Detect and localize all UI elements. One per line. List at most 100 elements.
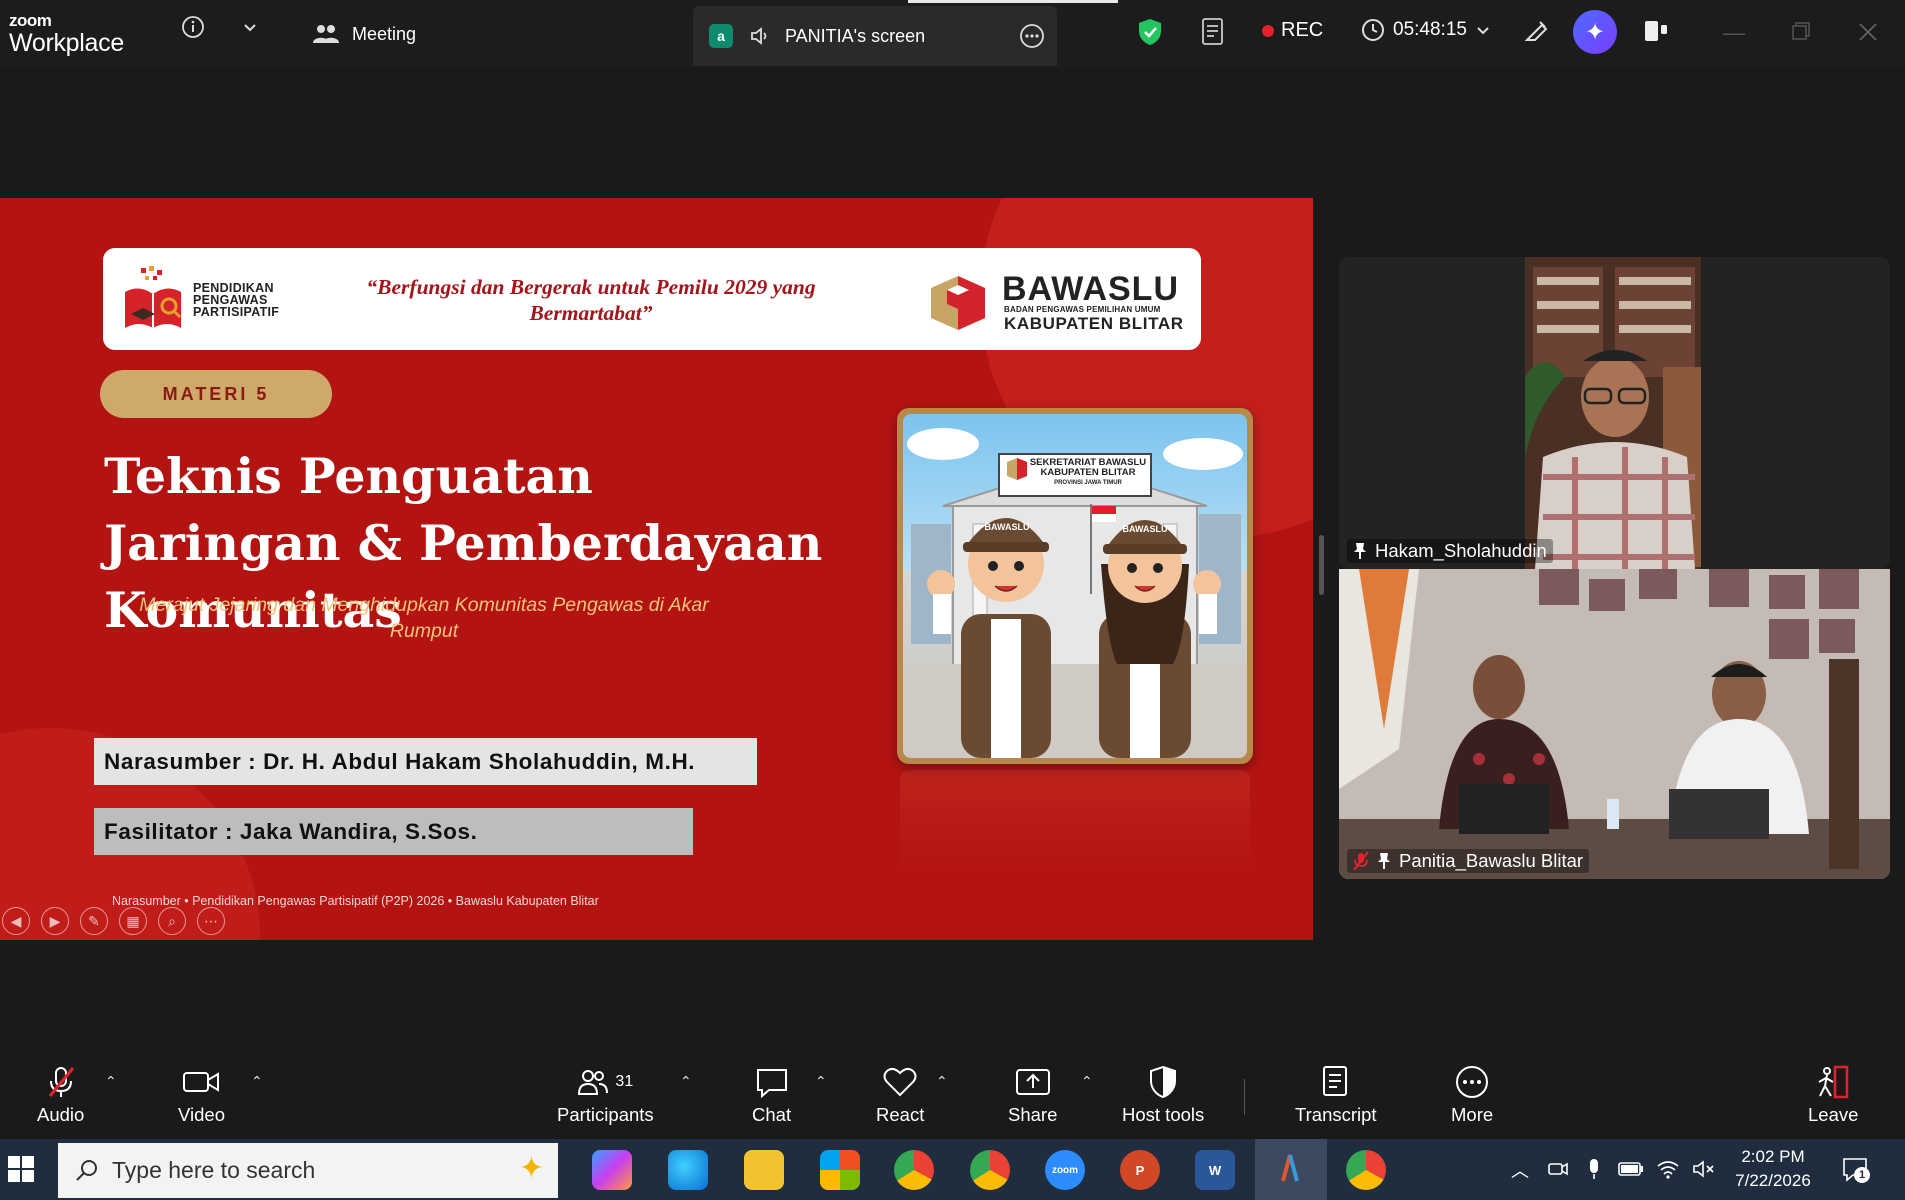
chrome-profile-h-icon[interactable] <box>894 1150 934 1190</box>
view-layout-icon[interactable] <box>1643 18 1669 49</box>
sparkle-icon: ✦ <box>1584 18 1606 46</box>
audio-label: Audio <box>37 1104 85 1125</box>
windows-taskbar: Type here to search ✦ zoom P W ︿ 2:02 PM… <box>0 1139 1905 1200</box>
video-button[interactable]: Video <box>178 1065 225 1126</box>
bawaslu-title: BAWASLU <box>1002 270 1179 308</box>
more-options-icon[interactable] <box>1019 23 1045 54</box>
participants-label: Participants <box>557 1104 654 1125</box>
participants-icon <box>313 25 339 43</box>
audio-button[interactable]: Audio <box>37 1065 84 1126</box>
video-camera-icon <box>183 1072 220 1092</box>
more-label: More <box>1451 1104 1494 1125</box>
windows-start-icon[interactable] <box>8 1156 34 1187</box>
pendidikan-pengawas-logo <box>125 266 182 328</box>
slide-controls: ◀ ▶ ✎ ▦ ⌕ ⋯ <box>2 907 225 935</box>
share-button[interactable]: Share <box>1008 1065 1057 1126</box>
host-tools-label: Host tools <box>1122 1104 1205 1125</box>
pin-icon <box>1354 543 1366 559</box>
illustration-sign: SEKRETARIAT BAWASLU KABUPATEN BLITAR <box>1029 457 1147 478</box>
participant-name-tag: Panitia_Bawaslu Blitar <box>1347 849 1590 873</box>
powerpoint-app-icon[interactable]: P <box>1120 1150 1160 1190</box>
taskbar-search-box[interactable]: Type here to search ✦ <box>58 1143 558 1198</box>
prev-slide-icon[interactable]: ◀ <box>2 907 30 935</box>
host-tools-button[interactable]: Host tools <box>1122 1065 1204 1126</box>
more-button[interactable]: More <box>1451 1065 1493 1126</box>
transcript-button[interactable]: Transcript <box>1295 1065 1377 1126</box>
meeting-timer[interactable]: 05:48:15 <box>1361 18 1491 42</box>
video-tile[interactable]: Hakam_Sholahuddin <box>1339 257 1890 569</box>
ai-companion-button[interactable]: ✦ <box>1573 10 1617 54</box>
audio-options-caret-icon[interactable]: ⌃ <box>105 1073 117 1090</box>
transcript-icon <box>1322 1066 1347 1096</box>
participant-video <box>1339 569 1890 879</box>
chrome-app-icon[interactable] <box>970 1150 1010 1190</box>
restore-icon[interactable] <box>1791 21 1811 46</box>
close-icon[interactable] <box>1858 22 1878 47</box>
pen-icon[interactable]: ✎ <box>80 907 108 935</box>
notification-count-badge: 1 <box>1854 1167 1870 1183</box>
recording-indicator[interactable]: REC <box>1262 19 1323 42</box>
search-highlight-icon: ✦ <box>518 1152 544 1185</box>
tray-volume-muted-icon[interactable] <box>1692 1159 1716 1184</box>
tab-shared-screen[interactable]: a PANITIA's screen <box>693 0 1118 66</box>
slide-more-icon[interactable]: ⋯ <box>197 907 225 935</box>
tray-battery-icon[interactable] <box>1618 1161 1644 1182</box>
slides-grid-icon[interactable]: ▦ <box>119 907 147 935</box>
meeting-summary-icon[interactable] <box>1199 16 1227 53</box>
tab-meeting[interactable]: Meeting <box>312 18 416 50</box>
share-progress-bar <box>908 0 1118 3</box>
record-dot-icon <box>1262 24 1274 37</box>
toolbar-divider <box>1244 1079 1245 1115</box>
participants-count: 31 <box>615 1073 634 1090</box>
notification-icon[interactable]: 1 <box>1841 1155 1870 1188</box>
tray-chevron-up-icon[interactable]: ︿ <box>1511 1157 1529 1183</box>
clock-date: 7/22/2026 <box>1735 1171 1811 1190</box>
speaker-icon[interactable] <box>749 25 773 47</box>
slide-header-banner: PENDIDIKAN PENGAWAS PARTISIPATIF “Berfun… <box>103 248 1201 350</box>
participants-button[interactable]: 31 Participants <box>557 1065 654 1126</box>
snipping-tool-icon[interactable] <box>1270 1150 1310 1190</box>
tray-wifi-icon[interactable] <box>1656 1158 1680 1185</box>
react-options-caret-icon[interactable]: ⌃ <box>936 1073 948 1090</box>
slide-subtitle: Merajut Jejaring dan Menghidupkan Komuni… <box>139 594 709 642</box>
panel-resize-handle[interactable] <box>1319 535 1324 595</box>
tab-meeting-label: Meeting <box>352 23 417 44</box>
zoom-app-icon[interactable]: zoom <box>1045 1150 1085 1190</box>
next-slide-icon[interactable]: ▶ <box>41 907 69 935</box>
illustration-sign-sub: PROVINSI JAWA TIMUR <box>1054 480 1122 486</box>
chat-bubble-icon <box>756 1069 787 1098</box>
zoom-slide-icon[interactable]: ⌕ <box>158 907 186 935</box>
shared-screen-label: PANITIA's screen <box>785 25 926 46</box>
encryption-shield-icon[interactable] <box>1136 17 1164 52</box>
react-button[interactable]: React <box>876 1065 924 1126</box>
tray-camera-icon[interactable] <box>1547 1158 1569 1185</box>
chat-options-caret-icon[interactable]: ⌃ <box>815 1073 827 1090</box>
leave-button[interactable]: Leave <box>1808 1065 1858 1126</box>
chrome-profile-p-icon[interactable] <box>1346 1150 1386 1190</box>
info-icon[interactable] <box>181 15 205 44</box>
tray-microphone-icon[interactable] <box>1585 1157 1603 1186</box>
chevron-down-icon[interactable] <box>241 18 259 41</box>
video-tile[interactable]: Panitia_Bawaslu Blitar <box>1339 569 1890 879</box>
minimize-icon[interactable]: — <box>1723 20 1745 46</box>
video-options-caret-icon[interactable]: ⌃ <box>251 1073 263 1090</box>
word-app-icon[interactable]: W <box>1195 1150 1235 1190</box>
edge-app-icon[interactable] <box>668 1150 708 1190</box>
share-label: Share <box>1008 1104 1058 1125</box>
chat-button[interactable]: Chat <box>752 1065 791 1126</box>
rec-label: REC <box>1281 19 1324 41</box>
taskbar-clock[interactable]: 2:02 PM 7/22/2026 <box>1728 1145 1818 1193</box>
file-explorer-icon[interactable] <box>744 1150 784 1190</box>
annotate-icon[interactable] <box>1522 17 1550 50</box>
video-label: Video <box>178 1104 225 1125</box>
copilot-app-icon[interactable] <box>592 1150 632 1190</box>
participants-icon <box>578 1070 609 1095</box>
share-options-caret-icon[interactable]: ⌃ <box>1081 1073 1093 1090</box>
shield-icon <box>1150 1065 1177 1099</box>
search-icon <box>76 1159 97 1181</box>
illustration-reflection <box>900 770 1250 870</box>
chat-label: Chat <box>752 1104 792 1125</box>
participants-options-caret-icon[interactable]: ⌃ <box>680 1073 692 1090</box>
microsoft-store-icon[interactable] <box>820 1150 860 1190</box>
pin-icon <box>1378 853 1390 869</box>
